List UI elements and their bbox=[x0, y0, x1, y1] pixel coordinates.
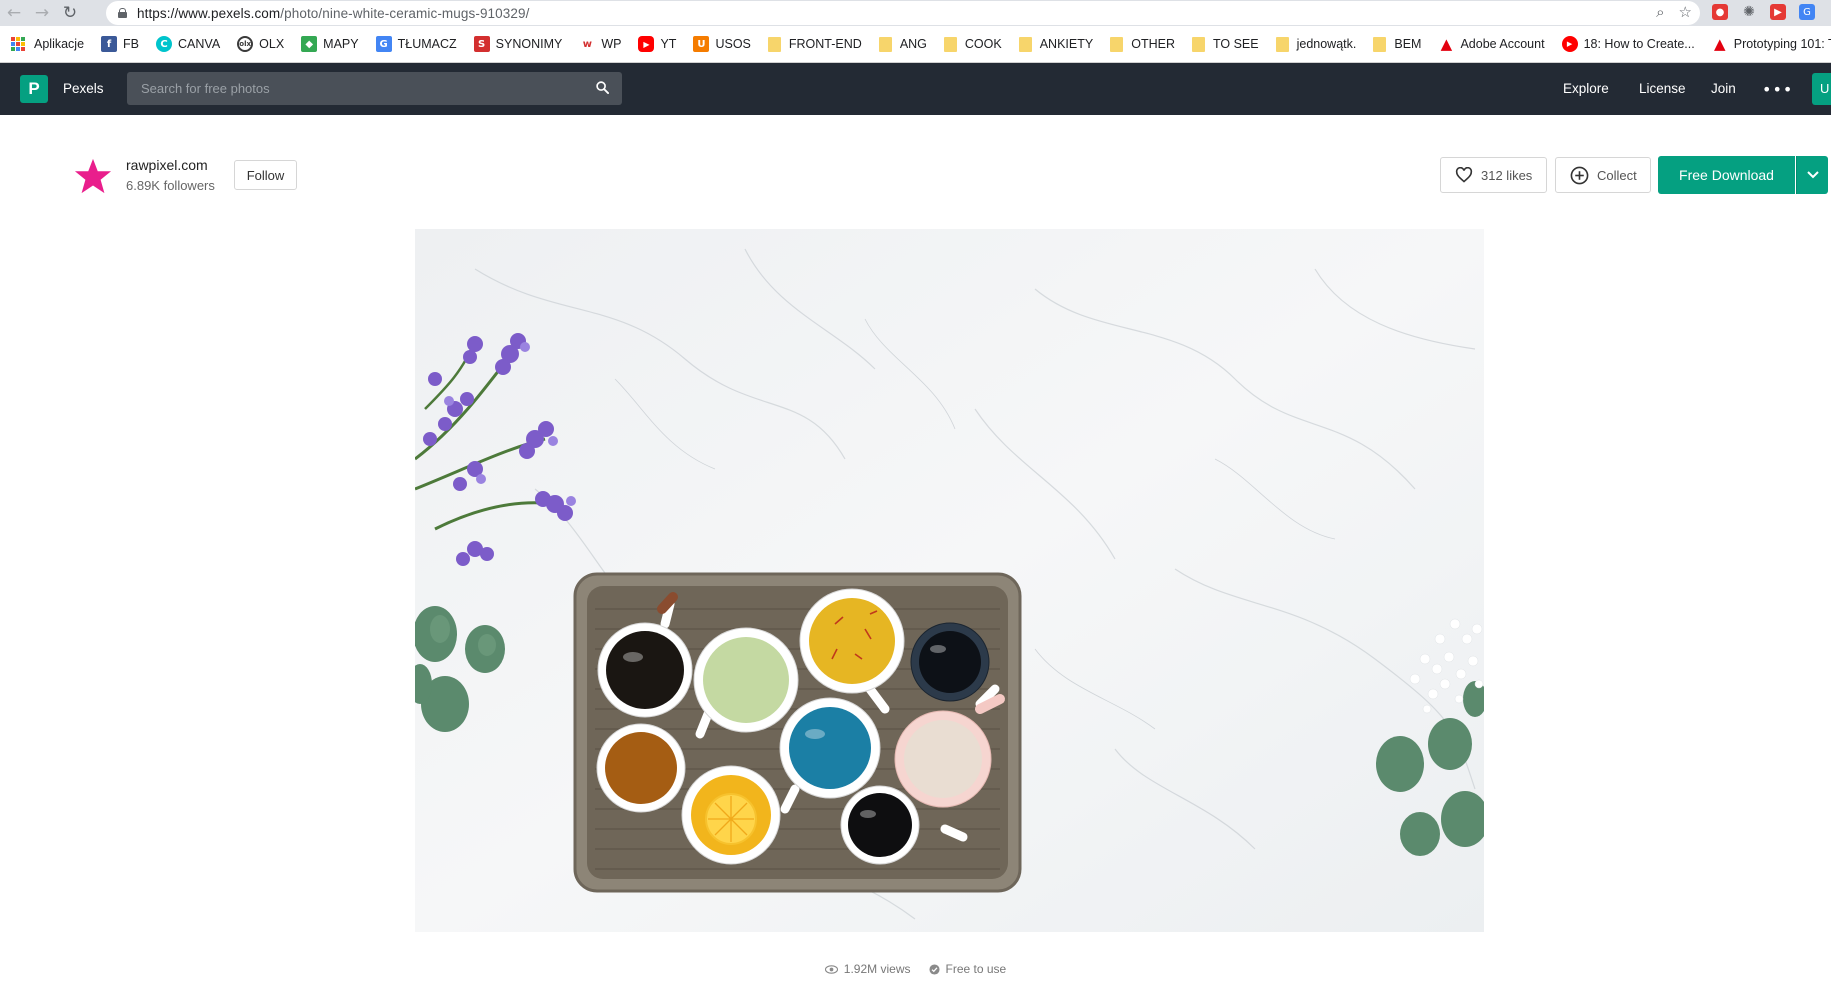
bookmark-adobe-account[interactable]: ▲ Adobe Account bbox=[1438, 35, 1545, 53]
license-label: Free to use bbox=[945, 962, 1007, 976]
like-button[interactable]: 312 likes bbox=[1440, 157, 1547, 193]
nav-join[interactable]: Join bbox=[1711, 81, 1736, 96]
adobe-icon: ▲ bbox=[1440, 35, 1453, 53]
folder-icon bbox=[1275, 36, 1289, 52]
views-stat: 1.92M views bbox=[824, 962, 911, 976]
download-options-button[interactable] bbox=[1796, 156, 1828, 194]
site-header: P Pexels Explore License Join ••• U bbox=[0, 63, 1831, 115]
adobe-icon: ▲ bbox=[1713, 35, 1726, 53]
bookmark-tlumacz[interactable]: G TŁUMACZ bbox=[375, 36, 457, 52]
back-arrow-icon[interactable]: ← bbox=[0, 0, 28, 26]
bookmark-synonimy[interactable]: S SYNONIMY bbox=[473, 36, 562, 52]
bookmark-folder-ankiety[interactable]: ANKIETY bbox=[1018, 36, 1093, 52]
nav-explore[interactable]: Explore bbox=[1563, 81, 1609, 96]
bookmark-yt[interactable]: ▶ YT bbox=[638, 36, 676, 52]
youtube-icon: ▶ bbox=[1561, 36, 1578, 52]
lock-icon bbox=[118, 8, 127, 18]
maps-icon: ◆ bbox=[301, 36, 318, 52]
search-icon[interactable] bbox=[596, 81, 609, 94]
likes-count: 312 likes bbox=[1481, 167, 1533, 183]
bookmark-mapy[interactable]: ◆ MAPY bbox=[301, 36, 359, 52]
check-circle-icon bbox=[928, 963, 940, 975]
upload-button[interactable]: U bbox=[1812, 73, 1831, 105]
eye-icon bbox=[824, 964, 838, 974]
author-name[interactable]: rawpixel.com bbox=[126, 157, 208, 173]
bookmark-folder-front-end[interactable]: FRONT-END bbox=[767, 36, 862, 52]
folder-icon bbox=[1110, 36, 1124, 52]
collect-label: Collect bbox=[1597, 167, 1637, 183]
folder-icon bbox=[767, 36, 781, 52]
bookmark-folder-other[interactable]: OTHER bbox=[1110, 36, 1175, 52]
pexels-logo-text[interactable]: Pexels bbox=[63, 81, 104, 96]
zoom-icon[interactable]: ⌕ bbox=[1656, 3, 1664, 21]
photo-stats: 1.92M views Free to use bbox=[0, 962, 1831, 976]
youtube-icon: ▶ bbox=[638, 36, 655, 52]
main-photo[interactable] bbox=[415, 229, 1484, 932]
bookmark-folder-jednowatk[interactable]: jednowątk. bbox=[1275, 36, 1356, 52]
youtube-extension-icon[interactable]: ▶ bbox=[1770, 4, 1786, 20]
pexels-logo-icon[interactable]: P bbox=[20, 75, 48, 103]
chevron-down-icon bbox=[1806, 171, 1819, 179]
free-download-button[interactable]: Free Download bbox=[1658, 156, 1795, 194]
bookmark-folder-ang[interactable]: ANG bbox=[878, 36, 927, 52]
bookmark-folder-bem[interactable]: BEM bbox=[1373, 36, 1421, 52]
usos-icon: U bbox=[693, 36, 710, 52]
synonimy-icon: S bbox=[473, 36, 490, 52]
url-text: https://www.pexels.com/photo/nine-white-… bbox=[137, 5, 530, 21]
author-avatar-star-icon[interactable] bbox=[74, 157, 112, 195]
bookmark-usos[interactable]: U USOS bbox=[693, 36, 751, 52]
folder-icon bbox=[1191, 36, 1205, 52]
bookmark-olx[interactable]: olx OLX bbox=[237, 36, 284, 52]
browser-toolbar: ← → ↻ https://www.pexels.com/photo/nine-… bbox=[0, 0, 1831, 26]
bookmarks-bar: Aplikacje f FB C CANVA olx OLX ◆ MAPY G TŁUMA… bbox=[0, 26, 1831, 63]
photo-mugs-on-tray bbox=[415, 229, 1484, 932]
translate-extension-icon[interactable]: G bbox=[1799, 4, 1815, 20]
olx-icon: olx bbox=[237, 36, 254, 52]
heart-icon bbox=[1455, 167, 1473, 183]
follow-button[interactable]: Follow bbox=[234, 160, 297, 190]
search-bar bbox=[127, 72, 622, 105]
reload-icon[interactable]: ↻ bbox=[56, 0, 84, 26]
license-stat[interactable]: Free to use bbox=[928, 962, 1007, 976]
bookmark-fb[interactable]: f FB bbox=[101, 36, 139, 52]
nav-license[interactable]: License bbox=[1639, 81, 1686, 96]
collect-button[interactable]: Collect bbox=[1555, 157, 1651, 193]
bookmark-apps[interactable]: Aplikacje bbox=[11, 37, 84, 51]
bookmark-folder-cook[interactable]: COOK bbox=[943, 36, 1002, 52]
address-bar[interactable]: https://www.pexels.com/photo/nine-white-… bbox=[106, 1, 1700, 25]
canva-icon: C bbox=[156, 36, 173, 52]
bookmark-how-to-create[interactable]: ▶ 18: How to Create... bbox=[1561, 36, 1695, 52]
folder-icon bbox=[1018, 36, 1032, 52]
more-menu-icon[interactable]: ••• bbox=[1762, 80, 1793, 99]
views-count: 1.92M views bbox=[843, 962, 911, 976]
translate-icon: G bbox=[375, 36, 392, 52]
folder-icon bbox=[943, 36, 957, 52]
extension-icon[interactable]: ● bbox=[1712, 4, 1728, 20]
star-bookmark-icon[interactable]: ☆ bbox=[1679, 3, 1692, 21]
forward-arrow-icon[interactable]: → bbox=[28, 0, 56, 26]
wp-icon: w bbox=[582, 38, 592, 50]
bookmark-canva[interactable]: C CANVA bbox=[156, 36, 220, 52]
facebook-icon: f bbox=[101, 36, 118, 52]
search-input[interactable] bbox=[141, 81, 581, 96]
folder-icon bbox=[1373, 36, 1387, 52]
settings-extension-icon[interactable]: ✺ bbox=[1741, 4, 1757, 20]
folder-icon bbox=[878, 36, 892, 52]
bookmark-wp[interactable]: w WP bbox=[579, 36, 622, 52]
bookmark-prototyping[interactable]: ▲Prototyping 101: Th... bbox=[1712, 35, 1831, 53]
plus-circle-icon bbox=[1570, 166, 1589, 184]
apps-grid-icon bbox=[11, 37, 25, 51]
author-followers: 6.89K followers bbox=[126, 178, 215, 193]
bookmark-folder-to-see[interactable]: TO SEE bbox=[1191, 36, 1259, 52]
